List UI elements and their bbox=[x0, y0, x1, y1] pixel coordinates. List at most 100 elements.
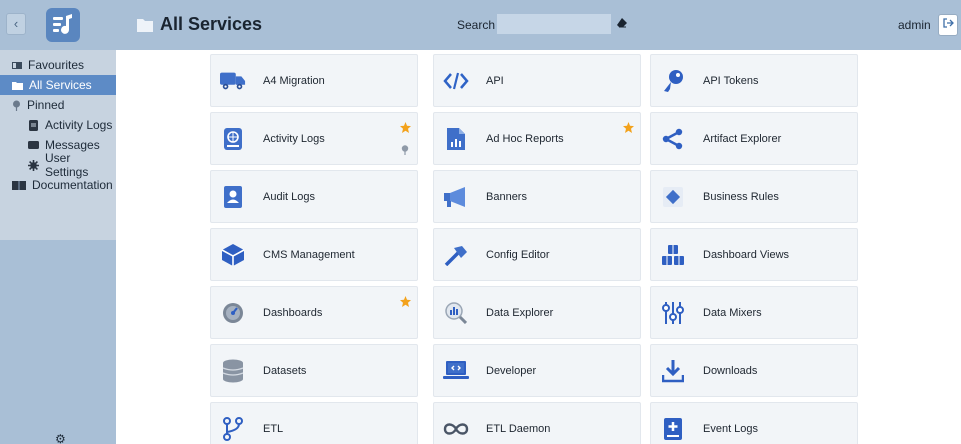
sidebar-item-label: Activity Logs bbox=[45, 118, 113, 132]
service-card-activity-logs[interactable]: Activity Logs bbox=[210, 112, 418, 165]
service-label: Business Rules bbox=[703, 190, 779, 203]
app-logo-icon bbox=[46, 8, 80, 42]
service-label: Downloads bbox=[703, 364, 758, 377]
cube-icon bbox=[220, 242, 246, 268]
activity-logs-icon bbox=[28, 119, 39, 131]
sidebar-item-label: All Services bbox=[29, 78, 92, 92]
service-card-event-logs[interactable]: Event Logs bbox=[650, 402, 858, 444]
service-card-data-explorer[interactable]: Data Explorer bbox=[433, 286, 641, 339]
service-card-a4-migration[interactable]: A4 Migration bbox=[210, 54, 418, 107]
service-label: CMS Management bbox=[263, 248, 355, 261]
branch-icon bbox=[220, 416, 246, 442]
sidebar-item-label: Messages bbox=[45, 138, 100, 152]
eraser-icon[interactable] bbox=[616, 16, 628, 34]
service-label: Dashboard Views bbox=[703, 248, 790, 261]
pin-icon[interactable] bbox=[401, 142, 409, 160]
messages-icon bbox=[28, 140, 39, 150]
sidebar-item-activity-logs[interactable]: Activity Logs bbox=[0, 115, 116, 135]
sidebar-footer: ⚙ bbox=[0, 240, 116, 444]
favourite-star-icon[interactable] bbox=[400, 294, 411, 312]
service-card-audit-logs[interactable]: Audit Logs bbox=[210, 170, 418, 223]
gear-icon bbox=[28, 159, 39, 171]
service-label: Banners bbox=[486, 190, 527, 203]
service-card-etl[interactable]: ETL bbox=[210, 402, 418, 444]
favourite-star-icon[interactable] bbox=[400, 120, 411, 138]
service-label: API Tokens bbox=[703, 74, 759, 87]
sidebar-header: ‹ bbox=[0, 0, 116, 50]
service-card-dashboards[interactable]: Dashboards bbox=[210, 286, 418, 339]
pin-icon bbox=[12, 100, 21, 111]
logout-button[interactable] bbox=[938, 14, 958, 36]
service-label: A4 Migration bbox=[263, 74, 325, 87]
service-label: Artifact Explorer bbox=[703, 132, 782, 145]
service-label: Ad Hoc Reports bbox=[486, 132, 564, 145]
service-card-business-rules[interactable]: Business Rules bbox=[650, 170, 858, 223]
sidebar-item-favourites[interactable]: Favourites bbox=[0, 55, 116, 75]
service-card-artifact-explorer[interactable]: Artifact Explorer bbox=[650, 112, 858, 165]
service-label: API bbox=[486, 74, 504, 87]
service-card-dashboard-views[interactable]: Dashboard Views bbox=[650, 228, 858, 281]
hammer-icon bbox=[443, 242, 469, 268]
download-icon bbox=[660, 358, 686, 384]
service-card-downloads[interactable]: Downloads bbox=[650, 344, 858, 397]
magnifier-chart-icon bbox=[443, 300, 469, 326]
sidebar-item-pinned[interactable]: Pinned bbox=[0, 95, 116, 115]
sidebar-item-label: User Settings bbox=[45, 151, 89, 179]
service-card-data-mixers[interactable]: Data Mixers bbox=[650, 286, 858, 339]
megaphone-icon bbox=[443, 184, 469, 210]
service-label: Audit Logs bbox=[263, 190, 315, 203]
event-log-icon bbox=[660, 416, 686, 442]
search-label: Search bbox=[457, 18, 496, 32]
sidebar-item-label: Favourites bbox=[28, 58, 85, 72]
service-card-api-tokens[interactable]: API Tokens bbox=[650, 54, 858, 107]
audit-icon bbox=[220, 184, 246, 210]
page-title: All Services bbox=[160, 14, 263, 34]
infinity-icon bbox=[443, 416, 469, 442]
sidebar-item-label: Pinned bbox=[27, 98, 65, 112]
book-icon bbox=[12, 180, 26, 191]
service-label: Event Logs bbox=[703, 422, 759, 435]
service-card-etl-daemon[interactable]: ETL Daemon bbox=[433, 402, 641, 444]
sidebar: ‹ Favourites All Services Pinned Activity L… bbox=[0, 0, 116, 444]
rules-icon bbox=[660, 184, 686, 210]
folder-icon bbox=[12, 81, 23, 90]
sidebar-nav: Favourites All Services Pinned Activity Log… bbox=[0, 50, 116, 195]
service-label: ETL bbox=[263, 422, 284, 435]
gear-icon[interactable]: ⚙ bbox=[55, 432, 66, 444]
user-name[interactable]: admin bbox=[898, 18, 931, 32]
service-card-developer[interactable]: Developer bbox=[433, 344, 641, 397]
service-card-ad-hoc-reports[interactable]: Ad Hoc Reports bbox=[433, 112, 641, 165]
collapse-sidebar-button[interactable]: ‹ bbox=[6, 13, 26, 35]
cubes-icon bbox=[660, 242, 686, 268]
sidebar-item-label: Documentation bbox=[32, 178, 113, 192]
report-icon bbox=[443, 126, 469, 152]
service-label: Dashboards bbox=[263, 306, 323, 319]
service-label: Activity Logs bbox=[263, 132, 325, 145]
service-label: ETL Daemon bbox=[486, 422, 551, 435]
service-label: Data Mixers bbox=[703, 306, 762, 319]
key-icon bbox=[660, 68, 686, 94]
top-bar: All Services Search admin bbox=[116, 0, 961, 50]
service-card-cms-management[interactable]: CMS Management bbox=[210, 228, 418, 281]
sidebar-item-user-settings[interactable]: User Settings bbox=[0, 151, 116, 179]
sliders-icon bbox=[660, 300, 686, 326]
sidebar-item-documentation[interactable]: Documentation bbox=[0, 175, 116, 195]
favourites-icon bbox=[12, 61, 22, 70]
code-icon bbox=[443, 68, 469, 94]
folder-icon bbox=[136, 17, 154, 38]
service-card-datasets[interactable]: Datasets bbox=[210, 344, 418, 397]
sidebar-item-all-services[interactable]: All Services bbox=[0, 75, 116, 95]
service-card-banners[interactable]: Banners bbox=[433, 170, 641, 223]
service-label: Datasets bbox=[263, 364, 307, 377]
service-label: Config Editor bbox=[486, 248, 550, 261]
service-label: Developer bbox=[486, 364, 537, 377]
service-card-config-editor[interactable]: Config Editor bbox=[433, 228, 641, 281]
activity-logs-icon bbox=[220, 126, 246, 152]
gauge-icon bbox=[220, 300, 246, 326]
favourite-star-icon[interactable] bbox=[623, 120, 634, 138]
search-input[interactable] bbox=[497, 14, 611, 34]
truck-icon bbox=[220, 68, 246, 94]
service-card-api[interactable]: API bbox=[433, 54, 641, 107]
app-window: ‹ Favourites All Services Pinned Activity L… bbox=[0, 0, 961, 444]
database-icon bbox=[220, 358, 246, 384]
